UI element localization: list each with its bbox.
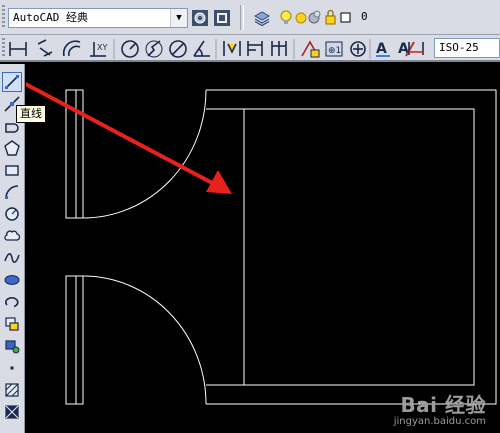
revision-cloud-button[interactable]	[2, 226, 22, 246]
workspace-settings-icon	[192, 10, 208, 26]
autocad-window: AutoCAD 经典 ▼ 0 XY ⊕1 A A ISO-25 直线 Bai 经…	[0, 0, 500, 433]
watermark-url: jingyan.baidu.com	[393, 416, 486, 427]
insert-block-button[interactable]	[2, 314, 22, 334]
toolbar-separator	[240, 5, 244, 30]
insert-block-icon	[5, 317, 19, 331]
workspace-toolbar-icon	[214, 10, 230, 26]
svg-text:A: A	[376, 41, 387, 57]
make-block-icon	[5, 340, 20, 354]
make-block-button[interactable]	[2, 336, 22, 356]
tooltip: 直线	[16, 105, 46, 123]
dimstyle-button[interactable]	[406, 38, 426, 58]
ordinate-dim-icon[interactable]: XY	[90, 42, 107, 57]
rectangle-button[interactable]	[2, 160, 22, 180]
diameter-dim-icon[interactable]	[169, 40, 187, 58]
ellipse-arc-icon	[5, 297, 19, 308]
svg-text:XY: XY	[97, 43, 107, 52]
line-icon	[5, 75, 19, 89]
ellipse-icon	[4, 275, 20, 285]
ellipse-button[interactable]	[2, 270, 22, 290]
layer-state-icons	[280, 9, 351, 25]
linear-dim-icon[interactable]	[9, 42, 27, 56]
point-button[interactable]	[2, 358, 22, 378]
dimension-toolbar: XY ⊕1 A A ISO-25	[0, 35, 500, 62]
watermark: Bai 经验 jingyan.baidu.com	[394, 389, 486, 427]
inner-rectangle	[243, 108, 475, 386]
svg-text:⊕1: ⊕1	[328, 46, 341, 56]
circle-icon	[5, 207, 19, 221]
arc-length-icon[interactable]	[62, 40, 81, 57]
gradient-button[interactable]	[2, 402, 22, 422]
arc-button[interactable]	[2, 182, 22, 202]
layer-properties-button[interactable]	[252, 8, 272, 28]
door-drawing	[65, 89, 497, 405]
workspace-dropdown[interactable]: AutoCAD 经典 ▼	[8, 8, 188, 28]
jogged-dim-icon[interactable]	[145, 40, 163, 58]
layer-properties-icon	[253, 11, 271, 27]
lower-door-leaf	[65, 275, 84, 405]
line-tool-button[interactable]	[2, 72, 22, 92]
radius-dim-icon[interactable]	[121, 40, 139, 58]
polygon-button[interactable]	[2, 138, 22, 158]
angular-dim-icon[interactable]	[193, 40, 210, 57]
circle-button[interactable]	[2, 204, 22, 224]
dimedit-icon[interactable]: A	[376, 41, 390, 57]
workspace-toolbar: AutoCAD 经典 ▼ 0	[0, 0, 500, 35]
annotation-arrow	[26, 81, 232, 194]
revision-cloud-icon	[4, 230, 20, 241]
watermark-logo: Bai 经验	[400, 393, 486, 417]
dimstyle-value: ISO-25	[439, 41, 479, 54]
drawing-area	[26, 81, 497, 405]
wall-outline	[206, 89, 497, 405]
spline-icon	[4, 253, 20, 263]
upper-swing-arc	[82, 89, 207, 219]
quick-dim-icon[interactable]	[223, 41, 241, 56]
dim-style-icon	[408, 42, 424, 55]
chevron-down-icon[interactable]: ▼	[170, 9, 187, 27]
rectangle-icon	[5, 165, 19, 176]
spline-button[interactable]	[2, 248, 22, 268]
workspace-settings-button[interactable]	[190, 8, 210, 28]
center-mark-icon[interactable]: ⊕1	[325, 41, 343, 57]
workspace-value: AutoCAD 经典	[13, 11, 88, 24]
hatch-icon	[5, 383, 19, 397]
arc-icon	[5, 185, 19, 199]
dimension-tools: XY ⊕1 A A	[9, 39, 415, 59]
continue-dim-icon[interactable]	[271, 41, 287, 56]
hatch-button[interactable]	[2, 380, 22, 400]
workspace-toolbar-button[interactable]	[212, 8, 232, 28]
layer-value: 0	[361, 10, 368, 23]
gradient-icon	[5, 405, 19, 419]
tolerance-icon[interactable]	[301, 40, 320, 58]
point-icon	[10, 366, 14, 370]
aligned-dim-icon[interactable]	[37, 39, 53, 57]
layer-dropdown[interactable]: 0	[275, 8, 500, 28]
dimstyle-dropdown[interactable]: ISO-25	[434, 38, 500, 58]
ellipse-arc-button[interactable]	[2, 292, 22, 312]
dimtedit-icon[interactable]	[350, 41, 366, 57]
polygon-icon	[4, 140, 20, 156]
drawing-canvas[interactable]	[26, 64, 500, 433]
lower-swing-arc	[82, 275, 207, 405]
baseline-dim-icon[interactable]	[247, 41, 263, 56]
toolbar-grip[interactable]	[2, 38, 5, 58]
toolbar-grip[interactable]	[2, 5, 5, 29]
